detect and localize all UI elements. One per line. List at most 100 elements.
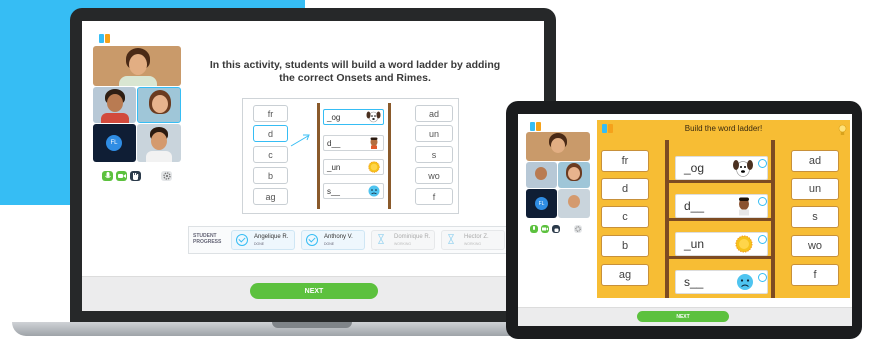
onset-tile[interactable]: ag [601, 264, 649, 286]
participant-video-2[interactable] [526, 162, 557, 188]
ladder-slot[interactable]: d__ [323, 135, 384, 151]
drag-arrow-icon [290, 134, 310, 147]
speaker-icon[interactable] [758, 235, 767, 244]
speaker-icon[interactable] [758, 159, 767, 168]
ladder-rung [665, 218, 775, 221]
sun-icon [368, 161, 380, 173]
word-ladder-board: Build the word ladder! fr d c b ag _og d… [597, 120, 850, 298]
participant-video-3[interactable] [558, 162, 590, 188]
sun-icon [735, 235, 753, 253]
rime-tile[interactable]: ad [791, 150, 839, 172]
rime-tile[interactable]: un [415, 125, 453, 142]
rime-tile[interactable]: f [415, 188, 453, 205]
participant-video-fl[interactable]: FL [93, 124, 136, 162]
ladder-word: _og [684, 161, 705, 175]
tablet-footer: NEXT [518, 307, 852, 326]
ladder-word: d__ [327, 138, 341, 148]
hourglass-icon [448, 234, 454, 244]
rime-tile[interactable]: ad [415, 105, 453, 122]
student-progress-item[interactable]: Angelique R. DONE [231, 230, 295, 250]
app-logo-icon [99, 34, 111, 43]
camera-icon [542, 227, 548, 231]
camera-icon [117, 174, 126, 178]
participant-video-teacher[interactable] [526, 132, 590, 161]
ladder-word: _un [684, 237, 705, 251]
ladder-rung [665, 256, 775, 259]
sad-face-icon [368, 185, 380, 197]
rime-tile[interactable]: s [791, 206, 839, 228]
ladder-word: s__ [327, 186, 340, 196]
onset-tile[interactable]: d [601, 178, 649, 200]
tablet-screen: FL Build the word ladder! fr d c b ag _o… [518, 114, 852, 326]
ladder-slot[interactable]: _og [675, 156, 768, 180]
camera-button[interactable] [116, 171, 127, 181]
mic-icon [533, 226, 535, 230]
gear-icon [575, 226, 581, 232]
onset-tile[interactable]: c [601, 206, 649, 228]
ladder-slot[interactable]: _un [675, 232, 768, 256]
check-circle-icon [306, 234, 318, 246]
hint-bulb-icon[interactable] [838, 124, 847, 136]
dad-icon [370, 137, 378, 149]
ladder-word: s__ [684, 275, 704, 289]
settings-button[interactable] [574, 225, 582, 233]
participant-video-fl[interactable]: FL [526, 189, 557, 218]
ladder-rail-right [388, 103, 391, 209]
onset-tile[interactable]: c [253, 146, 288, 163]
hand-icon [554, 228, 558, 232]
sad-face-icon [737, 274, 753, 290]
raise-hand-button[interactable] [130, 171, 141, 181]
ladder-slot[interactable]: _og [323, 109, 384, 125]
rime-tile[interactable]: un [791, 178, 839, 200]
student-progress-item[interactable]: Anthony V. DONE [301, 230, 365, 250]
participant-video-3[interactable] [137, 87, 181, 123]
ladder-word: d__ [684, 199, 705, 213]
settings-button[interactable] [161, 171, 172, 181]
dad-icon [739, 197, 749, 216]
app-logo-icon [530, 122, 542, 131]
laptop-screen: FL In this activity, students will build… [82, 21, 544, 311]
participant-video-5[interactable] [137, 124, 181, 162]
laptop-footer: NEXT [82, 276, 544, 311]
rime-tile[interactable]: f [791, 264, 839, 286]
onset-tile[interactable]: fr [601, 150, 649, 172]
onset-tile[interactable]: fr [253, 105, 288, 122]
board-title: Build the word ladder! [684, 124, 763, 133]
ladder-slot[interactable]: _un [323, 159, 384, 175]
onset-tile[interactable]: b [601, 235, 649, 257]
camera-button[interactable] [541, 225, 549, 233]
raise-hand-button[interactable] [552, 225, 560, 233]
ladder-rung [665, 180, 775, 183]
student-progress-bar: STUDENT PROGRESS Angelique R. DONE Antho… [188, 226, 510, 254]
ladder-word: _un [327, 162, 341, 172]
mic-button[interactable] [102, 171, 113, 181]
laptop-notch [272, 322, 352, 328]
ladder-slot[interactable]: s__ [323, 183, 384, 199]
dog-icon [366, 111, 381, 123]
ladder-slot[interactable]: d__ [675, 194, 768, 218]
speaker-icon[interactable] [758, 197, 767, 206]
student-progress-item[interactable]: Dominique R. WORKING [371, 230, 435, 250]
avatar: FL [106, 135, 122, 151]
hourglass-icon [378, 234, 384, 244]
participant-video-5[interactable] [558, 189, 590, 218]
onset-tile-selected[interactable]: d [253, 125, 288, 142]
rime-tile[interactable]: wo [791, 235, 839, 257]
next-button[interactable]: NEXT [637, 311, 729, 322]
mic-button[interactable] [530, 225, 538, 233]
mic-icon [104, 172, 111, 179]
student-progress-label: STUDENT PROGRESS [193, 233, 222, 245]
ladder-slot[interactable]: s__ [675, 270, 768, 294]
student-progress-item[interactable]: Hector Z. WORKING [441, 230, 505, 250]
word-ladder-board: fr d c b ag _og d__ _un s__ ad un s wo f [242, 98, 459, 214]
dog-icon [733, 160, 753, 177]
speaker-icon[interactable] [758, 273, 767, 282]
onset-tile[interactable]: ag [253, 188, 288, 205]
rime-tile[interactable]: wo [415, 167, 453, 184]
participant-video-teacher[interactable] [93, 46, 181, 86]
rime-tile[interactable]: s [415, 146, 453, 163]
participant-video-2[interactable] [93, 87, 136, 123]
next-button[interactable]: NEXT [250, 283, 378, 299]
onset-tile[interactable]: b [253, 167, 288, 184]
avatar: FL [535, 197, 548, 210]
